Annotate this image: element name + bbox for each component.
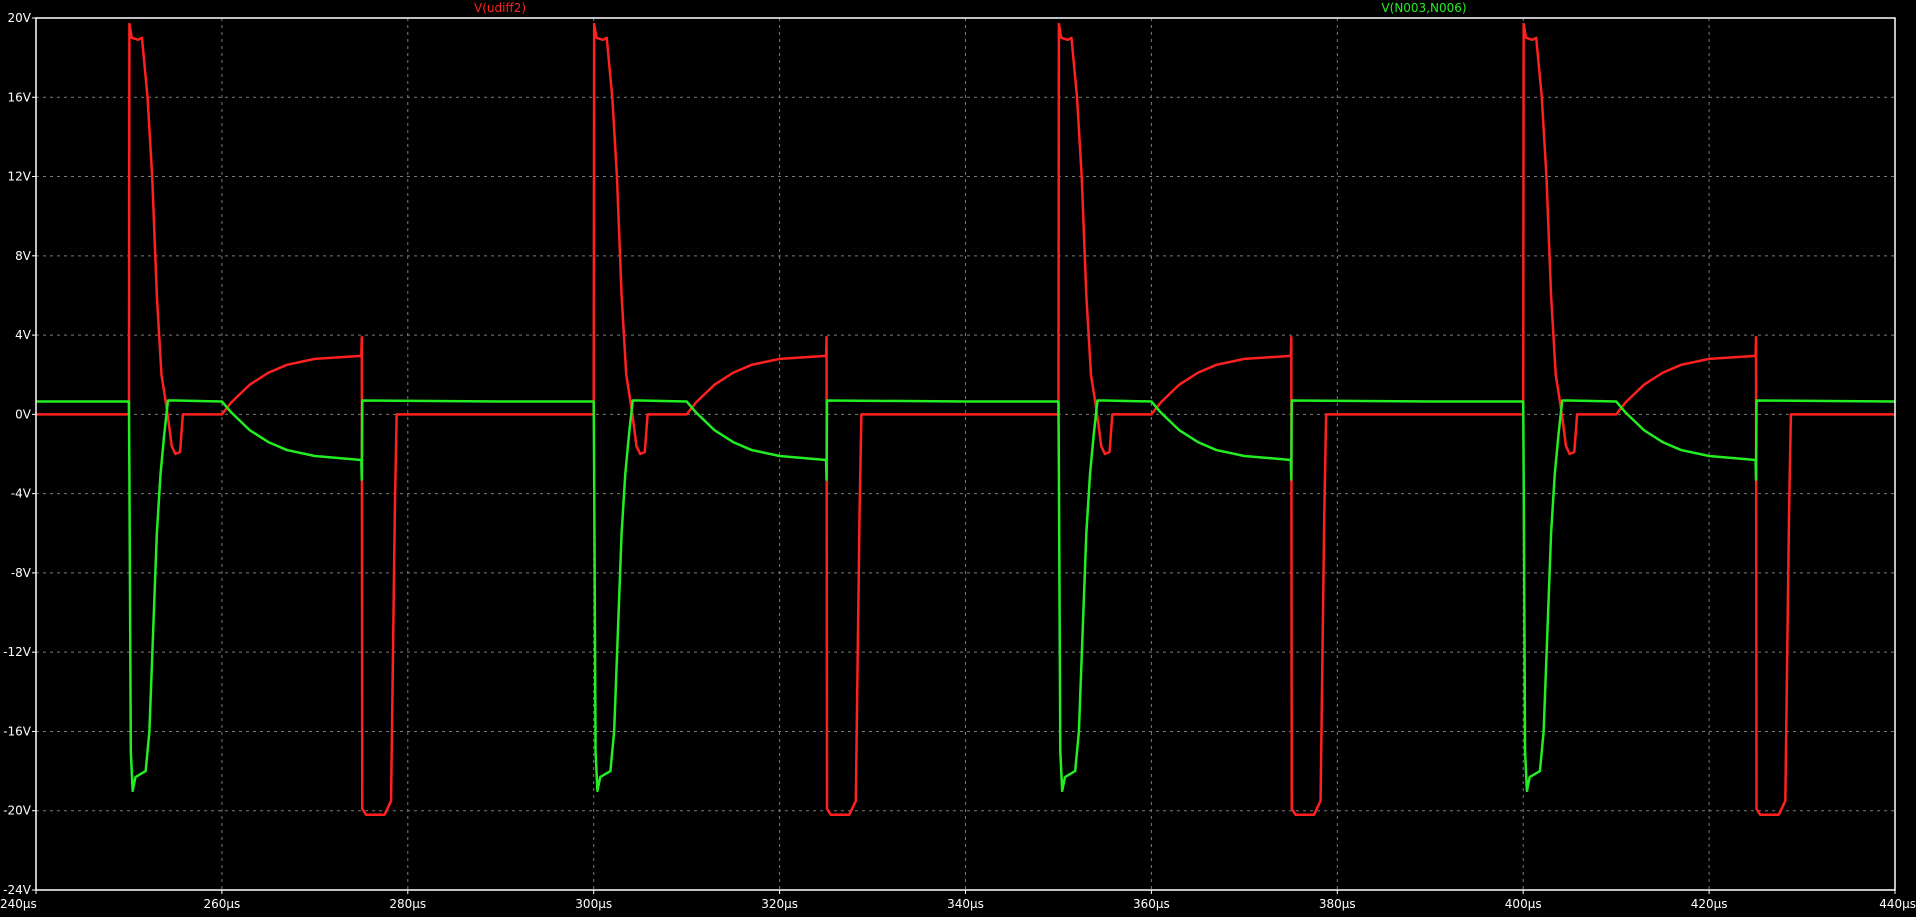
grid-layer [36, 18, 1895, 890]
y-tick-label: -24V [3, 883, 32, 897]
trace-label-n003-n006[interactable]: V(N003,N006) [1381, 1, 1466, 15]
x-tick-label: 340µs [947, 897, 984, 911]
x-tick-label: 240µs [0, 897, 37, 911]
y-tick-label: 20V [8, 11, 32, 25]
x-tick-label: 320µs [761, 897, 798, 911]
label-layer: 240µs 260µs 280µs 300µs 320µs 340µs 360µs 380µs… [0, 11, 1916, 911]
x-tick-label: 300µs [575, 897, 612, 911]
y-tick-label: 8V [15, 249, 32, 263]
trace-label-udiff2[interactable]: V(udiff2) [474, 1, 526, 15]
x-tick-label: 440µs [1879, 897, 1916, 911]
y-tick-label: -12V [3, 645, 32, 659]
x-tick-label: 380µs [1319, 897, 1356, 911]
y-tick-label: 16V [8, 90, 32, 104]
waveform-plot: 240µs 260µs 280µs 300µs 320µs 340µs 360µs 380µs… [0, 1, 1916, 911]
y-tick-label: -4V [11, 487, 32, 501]
y-tick-label: -20V [3, 804, 32, 818]
y-tick-label: 4V [15, 328, 32, 342]
y-tick-label: 12V [8, 170, 32, 184]
y-tick-label: -16V [3, 724, 32, 738]
x-tick-label: 400µs [1505, 897, 1542, 911]
x-tick-label: 360µs [1133, 897, 1170, 911]
x-tick-label: 420µs [1691, 897, 1728, 911]
x-tick-label: 260µs [204, 897, 241, 911]
y-tick-label: -8V [11, 566, 32, 580]
y-tick-label: 0V [15, 407, 32, 421]
x-tick-label: 280µs [389, 897, 426, 911]
